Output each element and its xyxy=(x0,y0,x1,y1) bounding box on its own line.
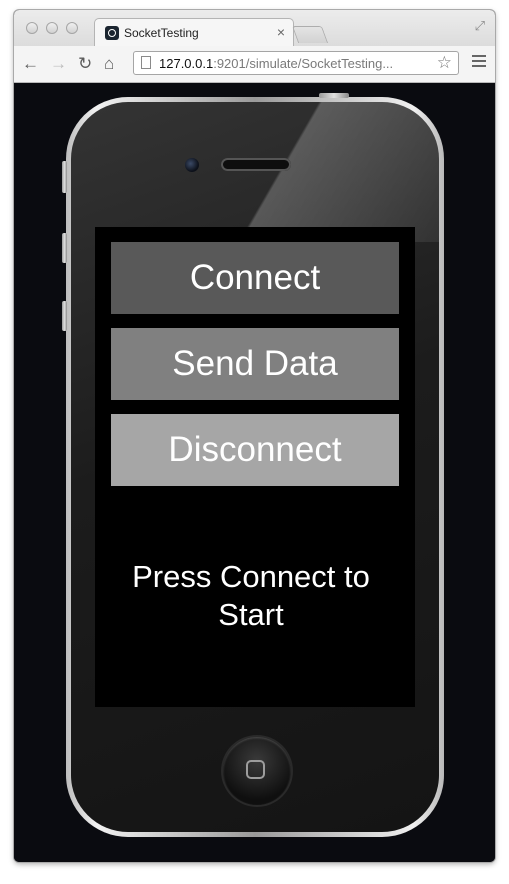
iphone-frame: Connect Send Data Disconnect Press Conne… xyxy=(66,97,444,837)
tab-sockettesting[interactable]: SocketTesting × xyxy=(94,18,294,48)
connect-button[interactable]: Connect xyxy=(111,242,399,314)
new-tab-button[interactable] xyxy=(291,26,329,43)
home-button[interactable] xyxy=(223,737,291,805)
back-arrow-icon[interactable]: ← xyxy=(22,54,39,74)
iphone-body: Connect Send Data Disconnect Press Conne… xyxy=(71,102,439,832)
browser-window: SocketTesting × ⤢ ← → ↻ ⌂ 127.0.0.1:9201… xyxy=(14,10,495,862)
close-tab-icon[interactable]: × xyxy=(277,24,285,40)
menu-icon[interactable] xyxy=(472,55,486,70)
volume-down-button xyxy=(62,301,67,331)
front-camera xyxy=(185,158,199,172)
volume-up-button xyxy=(62,233,67,263)
socket-logo-icon xyxy=(105,26,119,40)
device-screen: Connect Send Data Disconnect Press Conne… xyxy=(95,227,415,707)
glass-reflection xyxy=(221,102,439,242)
url-text: 127.0.0.1:9201/simulate/SocketTesting... xyxy=(159,56,393,71)
minimize-window-button[interactable] xyxy=(46,22,58,34)
forward-arrow-icon[interactable]: → xyxy=(50,54,67,74)
disconnect-button[interactable]: Disconnect xyxy=(111,414,399,486)
page-content: Connect Send Data Disconnect Press Conne… xyxy=(14,83,495,862)
browser-toolbar: ← → ↻ ⌂ 127.0.0.1:9201/simulate/SocketTe… xyxy=(14,46,495,83)
bookmark-star-icon[interactable]: ☆ xyxy=(437,53,452,73)
tab-title: SocketTesting xyxy=(124,26,199,40)
page-icon xyxy=(141,56,151,69)
close-window-button[interactable] xyxy=(26,22,38,34)
fullscreen-icon[interactable]: ⤢ xyxy=(475,18,485,34)
send-data-button[interactable]: Send Data xyxy=(111,328,399,400)
home-square-icon xyxy=(246,760,265,779)
mute-switch xyxy=(62,161,67,193)
earpiece-speaker xyxy=(221,158,291,171)
url-host: 127.0.0.1 xyxy=(159,56,214,71)
address-bar[interactable]: 127.0.0.1:9201/simulate/SocketTesting...… xyxy=(133,51,459,75)
url-path: :9201/simulate/SocketTesting... xyxy=(213,56,394,71)
sleep-button xyxy=(319,93,349,98)
status-text: Press Connect to Start xyxy=(132,559,370,632)
reload-icon[interactable]: ↻ xyxy=(78,54,92,74)
zoom-window-button[interactable] xyxy=(66,22,78,34)
tab-strip: SocketTesting × ⤢ xyxy=(14,10,495,48)
home-icon[interactable]: ⌂ xyxy=(104,54,114,74)
